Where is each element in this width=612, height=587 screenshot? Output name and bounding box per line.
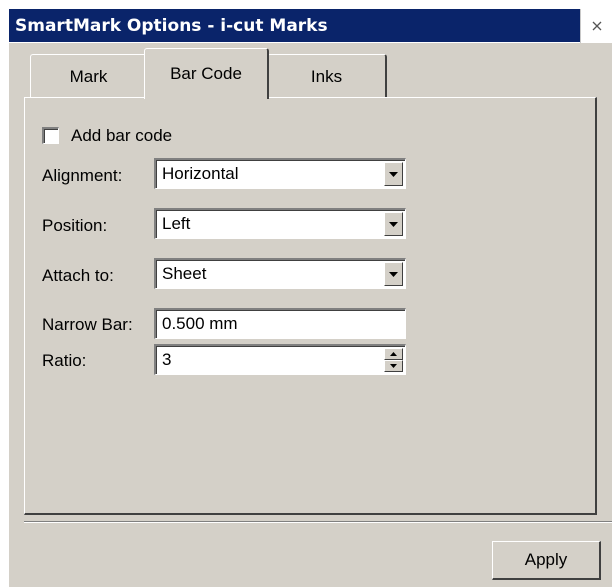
position-label: Position: [42,216,108,235]
smartmark-options-window: SmartMark Options - i-cut Marks Mark Bar… [9,9,612,587]
chevron-down-icon [389,171,398,177]
attach-to-value: Sheet [162,264,207,283]
position-value: Left [162,214,191,233]
chevron-up-icon [390,352,397,356]
ratio-decrement-button[interactable] [384,360,403,372]
add-bar-code-label: Add bar code [71,126,173,145]
apply-button[interactable]: Apply [492,541,601,580]
title-bar[interactable]: SmartMark Options - i-cut Marks [9,9,612,43]
alignment-label: Alignment: [42,166,123,185]
ratio-value: 3 [162,350,172,369]
narrow-bar-value: 0.500 mm [162,314,238,333]
tab-bar-code[interactable]: Bar Code [144,48,269,99]
narrow-bar-label: Narrow Bar: [42,315,133,334]
window-title: SmartMark Options - i-cut Marks [15,16,328,36]
tab-mark-label: Mark [69,66,108,86]
attach-to-dropdown-button[interactable] [384,262,403,286]
footer-divider [24,521,612,523]
tab-bar-code-label: Bar Code [170,64,242,83]
attach-to-label: Attach to: [42,266,114,285]
close-button[interactable] [580,9,612,43]
close-icon [592,21,601,31]
alignment-value: Horizontal [162,164,239,183]
apply-button-label: Apply [524,550,568,569]
alignment-dropdown[interactable]: Horizontal [154,158,406,189]
ratio-spinner[interactable]: 3 [154,344,406,375]
active-tab-joint [145,96,266,99]
ratio-increment-button[interactable] [384,348,403,360]
ratio-label: Ratio: [42,351,87,370]
attach-to-dropdown[interactable]: Sheet [154,258,406,289]
tab-inks-label: Inks [310,66,343,86]
narrow-bar-input[interactable]: 0.500 mm [154,308,406,339]
ratio-spin-buttons [384,348,403,372]
chevron-down-icon [389,271,398,277]
chevron-down-icon [389,221,398,227]
position-dropdown[interactable]: Left [154,208,406,239]
add-bar-code-checkbox[interactable] [42,127,59,144]
position-dropdown-button[interactable] [384,212,403,236]
alignment-dropdown-button[interactable] [384,162,403,186]
chevron-down-icon [390,364,397,368]
tab-inks[interactable]: Inks [267,54,387,98]
tab-mark[interactable]: Mark [30,54,148,98]
